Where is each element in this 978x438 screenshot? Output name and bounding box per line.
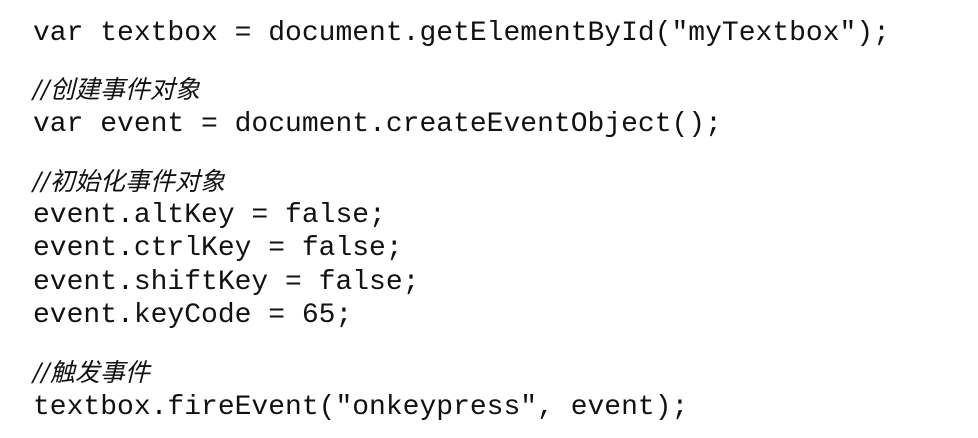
comment-fire-event: //触发事件 [33,358,150,387]
code-block: var textbox = document.getElementById("m… [33,0,963,438]
code-line-fire-event: textbox.fireEvent("onkeypress", event); [33,392,689,423]
code-line-create-event: var event = document.createEventObject()… [33,109,722,140]
code-line-shift-key: event.shiftKey = false; [33,267,420,298]
code-line-alt-key: event.altKey = false; [33,200,386,231]
comment-init-event-object: //初始化事件对象 [33,167,225,196]
code-line-key-code: event.keyCode = 65; [33,300,353,331]
comment-create-event-object: //创建事件对象 [33,75,200,104]
code-line-ctrl-key: event.ctrlKey = false; [33,233,403,264]
code-line-get-textbox: var textbox = document.getElementById("m… [33,18,890,49]
